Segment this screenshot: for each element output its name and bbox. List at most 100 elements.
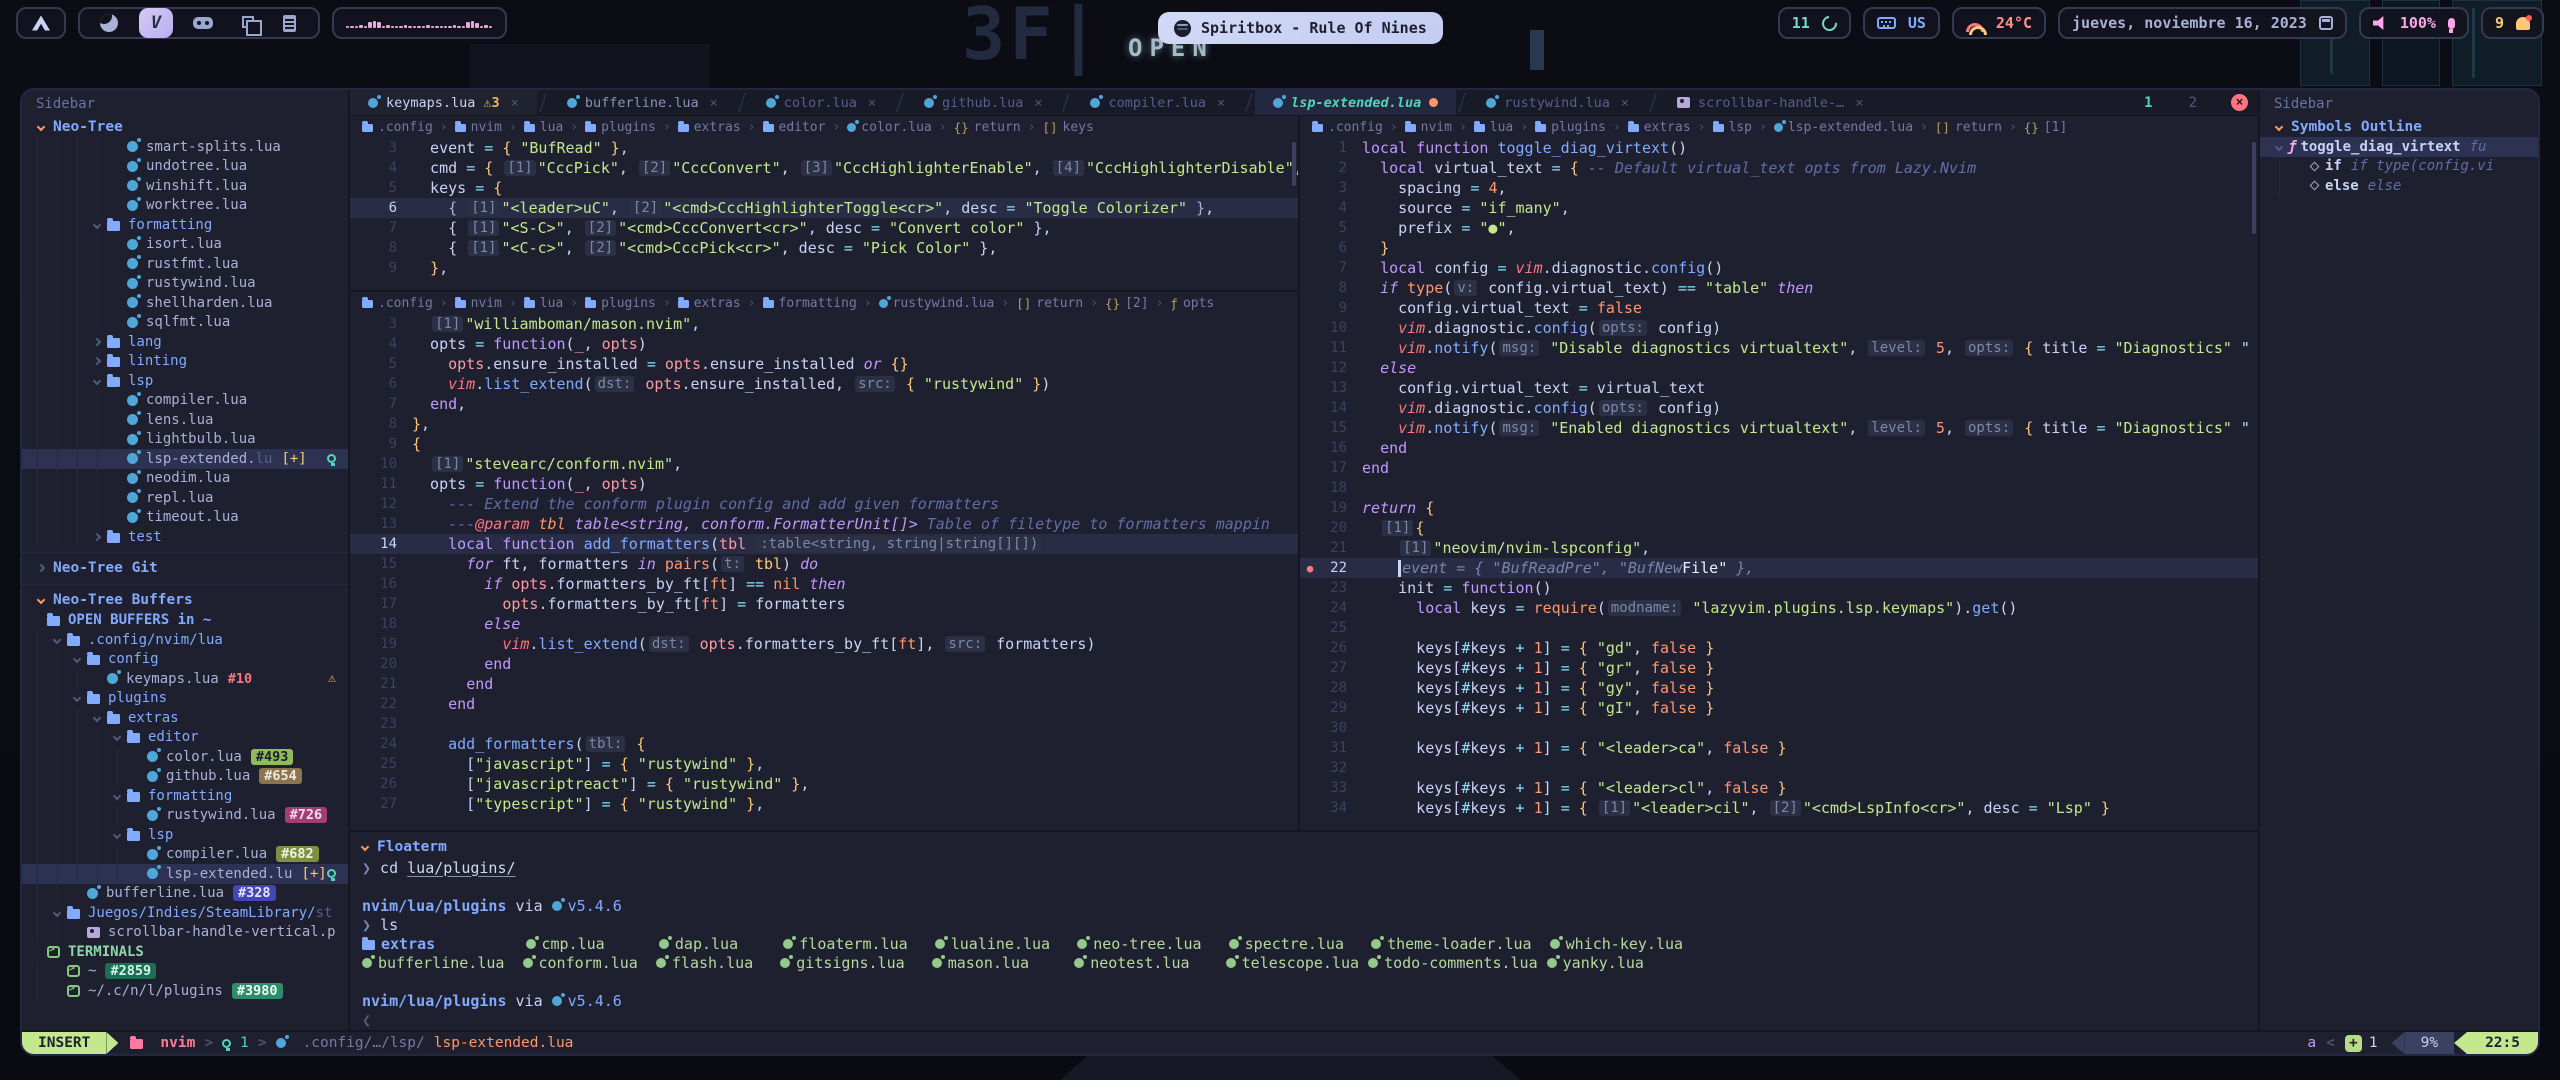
- code-line-24[interactable]: 24 local keys = require(modname: "lazyvi…: [1300, 598, 2258, 618]
- editor-pane-rustywind-lua[interactable]: .config›nvim›lua›plugins›extras›formatti…: [350, 292, 1298, 830]
- breadcrumb-item[interactable]: lsp: [1713, 120, 1752, 135]
- weather-widget[interactable]: 24°C: [1952, 7, 2046, 39]
- tab-lsp-extended-lua[interactable]: lsp-extended.lua: [1255, 90, 1456, 115]
- code-line-4[interactable]: 4 opts = function(_, opts): [350, 334, 1298, 354]
- breadcrumb-item[interactable]: plugins: [585, 296, 656, 311]
- code-line-20[interactable]: 20 end: [350, 654, 1298, 674]
- tabpage-1[interactable]: 1: [2132, 95, 2164, 111]
- code-line-10[interactable]: 10 [1]"stevearc/conform.nvim",: [350, 454, 1298, 474]
- breadcrumb-item[interactable]: .config: [362, 296, 433, 311]
- code-line-3[interactable]: 3 event = { "BufRead" },: [350, 138, 1298, 158]
- code-line-34[interactable]: 34 keys[#keys + 1] = { [1]"<leader>cil",…: [1300, 798, 2258, 818]
- code-line-18[interactable]: 18: [1300, 478, 2258, 498]
- code-line-28[interactable]: 28 keys[#keys + 1] = { "gy", false }: [1300, 678, 2258, 698]
- code-line-17[interactable]: 17end: [1300, 458, 2258, 478]
- tab-close-button[interactable]: ×: [710, 95, 718, 111]
- tree-item-sqlfmt-lua[interactable]: sqlfmt.lua: [22, 313, 348, 333]
- neotree-git-header[interactable]: Neo-Tree Git: [22, 558, 348, 579]
- audio-visualizer[interactable]: [332, 7, 507, 39]
- tree-item-timeout-lua[interactable]: timeout.lua: [22, 508, 348, 528]
- breadcrumb-item[interactable]: rustywind.lua: [879, 296, 995, 311]
- editor-pane-lsp-extended-lua[interactable]: .config›nvim›lua›plugins›extras›lsp›lsp-…: [1300, 116, 2258, 830]
- tabpage-2[interactable]: 2: [2177, 95, 2209, 111]
- code-line-11[interactable]: 11 opts = function(_, opts): [350, 474, 1298, 494]
- date-widget[interactable]: jueves, noviembre 16, 2023: [2058, 7, 2347, 39]
- outline-item-toggle_diag_virtext[interactable]: ƒtoggle_diag_virtextfu: [2260, 137, 2538, 157]
- code-line-6[interactable]: 6 { [1]"<leader>uC", [2]"<cmd>CccHighlig…: [350, 198, 1298, 218]
- tree-item-lsp-extended-[interactable]: lsp-extended.lu[+]: [22, 449, 348, 469]
- code-line-29[interactable]: 29 keys[#keys + 1] = { "gI", false }: [1300, 698, 2258, 718]
- tree-item-formatting[interactable]: formatting: [22, 215, 348, 235]
- breadcrumb-item[interactable]: .config: [1312, 120, 1383, 135]
- tree-item-github-lua[interactable]: github.lua#654: [22, 767, 348, 787]
- tree-item--config-nvim-lua[interactable]: .config/nvim/lua: [22, 630, 348, 650]
- tab-close-button[interactable]: ×: [1217, 95, 1225, 111]
- code-line-18[interactable]: 18 else: [350, 614, 1298, 634]
- tree-item-lens-lua[interactable]: lens.lua: [22, 410, 348, 430]
- tab-bufferline-lua[interactable]: bufferline.lua×: [549, 90, 736, 115]
- breadcrumb-item[interactable]: nvim: [1405, 120, 1452, 135]
- tree-item-neodim-lua[interactable]: neodim.lua: [22, 469, 348, 489]
- tree-item-shellharden-lua[interactable]: shellharden.lua: [22, 293, 348, 313]
- code-line-10[interactable]: 10 vim.diagnostic.config(opts: config): [1300, 318, 2258, 338]
- breadcrumb-item[interactable]: formatting: [763, 296, 857, 311]
- code-line-24[interactable]: 24 add_formatters(tbl: {: [350, 734, 1298, 754]
- code-line-27[interactable]: 27 ["typescript"] = { "rustywind" },: [350, 794, 1298, 814]
- tab-color-lua[interactable]: color.lua×: [748, 90, 894, 115]
- dock-windows-button[interactable]: [233, 10, 259, 36]
- tab-close-button[interactable]: ×: [511, 95, 519, 111]
- code-line-5[interactable]: 5 opts.ensure_installed = opts.ensure_in…: [350, 354, 1298, 374]
- code-line-7[interactable]: 7 local config = vim.diagnostic.config(): [1300, 258, 2258, 278]
- breadcrumb-item[interactable]: lua: [524, 296, 563, 311]
- code-line-27[interactable]: 27 keys[#keys + 1] = { "gr", false }: [1300, 658, 2258, 678]
- code-line-9[interactable]: 9 config.virtual_text = false: [1300, 298, 2258, 318]
- code-line-23[interactable]: 23 init = function(): [1300, 578, 2258, 598]
- breadcrumb-item[interactable]: color.lua: [847, 120, 931, 135]
- code-line-15[interactable]: 15 for ft, formatters in pairs(t: tbl) d…: [350, 554, 1298, 574]
- tree-item-worktree-lua[interactable]: worktree.lua: [22, 196, 348, 216]
- close-button[interactable]: ×: [2231, 94, 2248, 111]
- tree-item--c-n-l-plugins[interactable]: ~/.c/n/l/plugins#3980: [22, 981, 348, 1001]
- dock-file-button[interactable]: [276, 10, 302, 36]
- tab-github-lua[interactable]: github.lua×: [906, 90, 1060, 115]
- code-line-9[interactable]: 9{: [350, 434, 1298, 454]
- symbols-outline-header[interactable]: Symbols Outline: [2260, 116, 2538, 137]
- code-line-14[interactable]: 14 local function add_formatters(tbl :ta…: [350, 534, 1298, 554]
- floaterm-header[interactable]: Floaterm: [362, 836, 2246, 858]
- dock-neovim-button[interactable]: V: [139, 8, 173, 38]
- code-line-20[interactable]: 20 [1]{: [1300, 518, 2258, 538]
- tab-keymaps-lua[interactable]: keymaps.lua⚠3×: [350, 90, 537, 115]
- code-line-26[interactable]: 26 keys[#keys + 1] = { "gd", false }: [1300, 638, 2258, 658]
- code-line-21[interactable]: 21 [1]"neovim/nvim-lspconfig",: [1300, 538, 2258, 558]
- tab-close-button[interactable]: ×: [868, 95, 876, 111]
- launcher-button[interactable]: [16, 7, 66, 39]
- breadcrumb-item[interactable]: plugins: [585, 120, 656, 135]
- code-line-8[interactable]: 8 if type(v: config.virtual_text) == "ta…: [1300, 278, 2258, 298]
- updates-widget[interactable]: 11: [1778, 7, 1851, 39]
- tab-rustywind-lua[interactable]: rustywind.lua×: [1468, 90, 1647, 115]
- code-line-30[interactable]: 30: [1300, 718, 2258, 738]
- code-line-26[interactable]: 26 ["javascriptreact"] = { "rustywind" }…: [350, 774, 1298, 794]
- tree-item-rustfmt-lua[interactable]: rustfmt.lua: [22, 254, 348, 274]
- neotree-section-header[interactable]: Neo-Tree: [22, 116, 348, 137]
- tree-item-compiler-lua[interactable]: compiler.lua: [22, 391, 348, 411]
- volume-widget[interactable]: 100%: [2359, 7, 2469, 39]
- tree-item-formatting[interactable]: formatting: [22, 786, 348, 806]
- code-line-8[interactable]: 8},: [350, 414, 1298, 434]
- code-line-19[interactable]: 19return {: [1300, 498, 2258, 518]
- code-line-4[interactable]: 4 cmd = { [1]"CccPick", [2]"CccConvert",…: [350, 158, 1298, 178]
- breadcrumb-item[interactable]: lsp-extended.lua: [1774, 120, 1913, 135]
- code-line-33[interactable]: 33 keys[#keys + 1] = { "<leader>cl", fal…: [1300, 778, 2258, 798]
- code-line-16[interactable]: 16 if opts.formatters_by_ft[ft] == nil t…: [350, 574, 1298, 594]
- code-line-7[interactable]: 7 { [1]"<S-C>", [2]"<cmd>CccConvert<cr>"…: [350, 218, 1298, 238]
- breadcrumb-item[interactable]: extras: [678, 296, 741, 311]
- code-line-2[interactable]: 2 local virtual_text = { -- Default virt…: [1300, 158, 2258, 178]
- tree-item-test[interactable]: test: [22, 527, 348, 547]
- tree-item-keymaps-lua[interactable]: keymaps.lua#10⚠: [22, 669, 348, 689]
- code-line-3[interactable]: 3 spacing = 4,: [1300, 178, 2258, 198]
- breadcrumb-item[interactable]: lua: [524, 120, 563, 135]
- code-line-22[interactable]: ●22 event = { "BufReadPre", "BufNewFile"…: [1300, 558, 2258, 578]
- tab-close-button[interactable]: ×: [1621, 95, 1629, 111]
- tree-item-rustywind-lua[interactable]: rustywind.lua: [22, 274, 348, 294]
- tree-item-extras[interactable]: extras: [22, 708, 348, 728]
